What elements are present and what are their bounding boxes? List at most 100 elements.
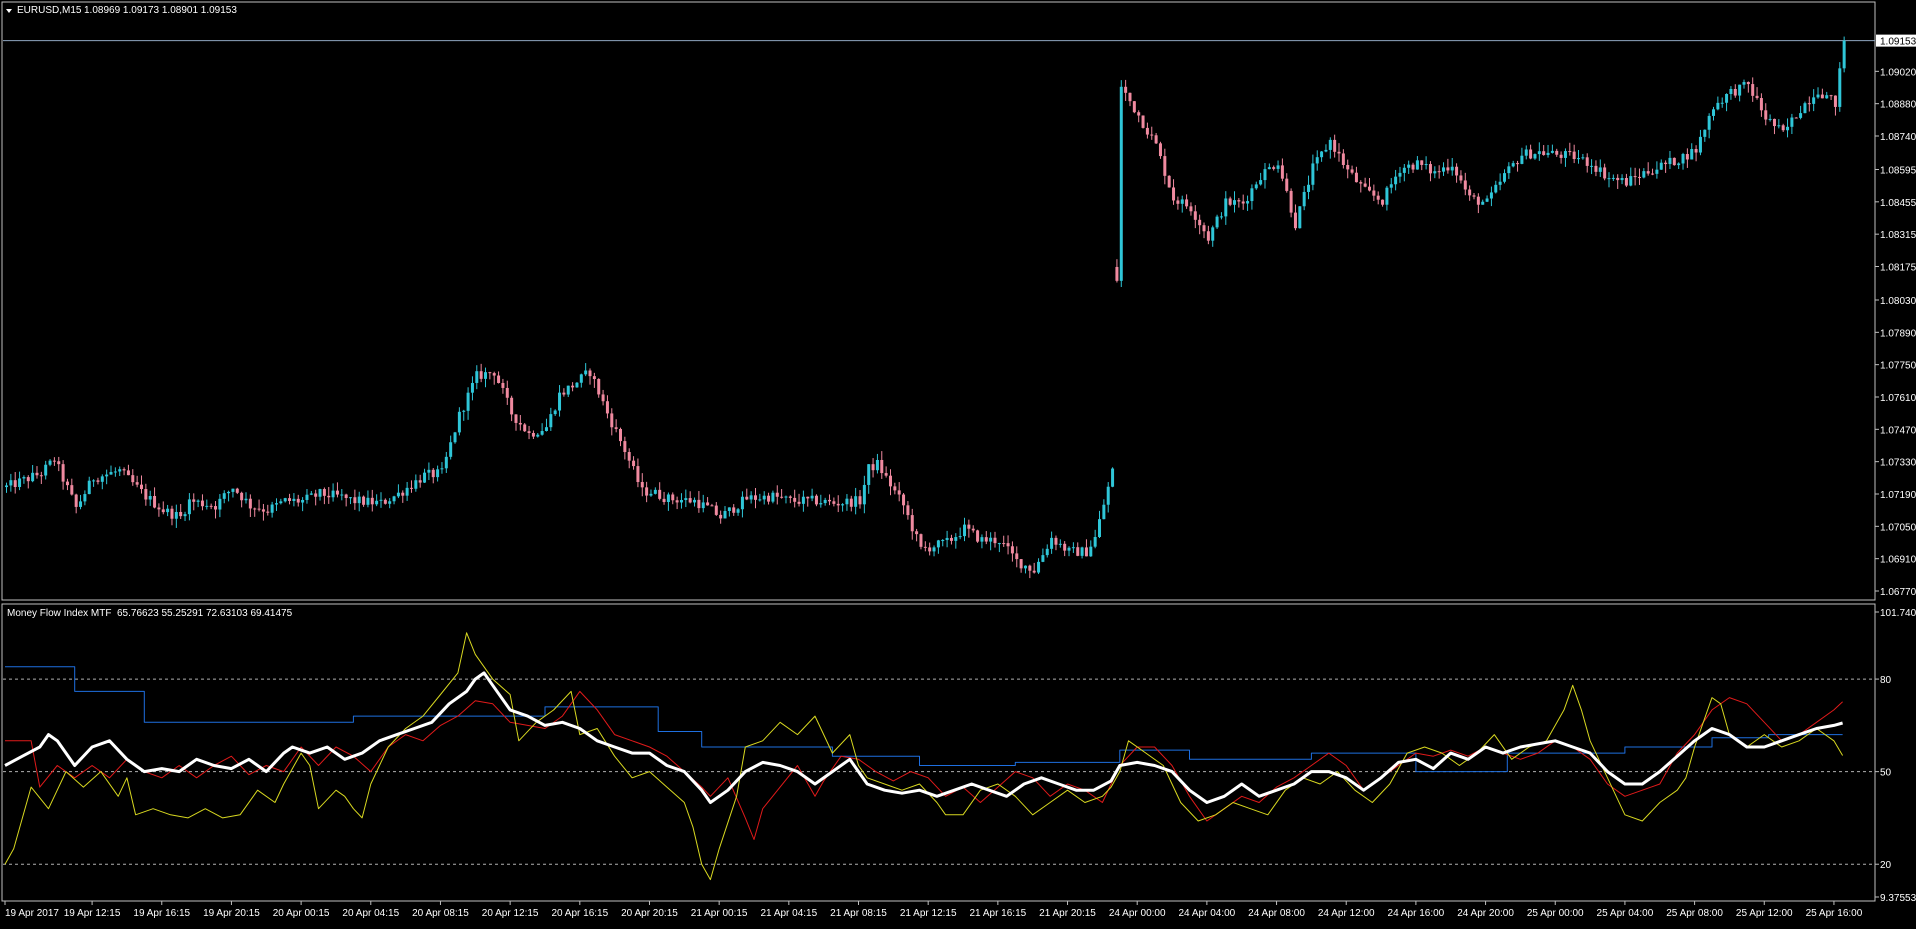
candle-body [1089, 546, 1093, 557]
candle-body [231, 488, 235, 492]
candle-body [1516, 163, 1520, 165]
candle-body [518, 422, 522, 425]
time-tick-label: 24 Apr 00:00 [1109, 908, 1166, 919]
time-tick-label: 24 Apr 08:00 [1248, 908, 1305, 919]
price-tick-label: 1.07050 [1880, 522, 1916, 533]
candle-body [828, 499, 832, 502]
price-tick-label: 1.06910 [1880, 555, 1916, 566]
candle-body [1385, 187, 1389, 205]
candle-body [449, 442, 453, 457]
candle-body [1759, 98, 1763, 111]
candle-body [340, 494, 344, 496]
candle-body [1829, 95, 1833, 97]
candle-body [209, 505, 213, 507]
candle-body [684, 498, 688, 501]
candle-body [553, 410, 557, 415]
candle-body [1733, 88, 1737, 96]
candle-body [1050, 537, 1054, 549]
candle-body [1511, 163, 1515, 167]
candle-body [823, 499, 827, 504]
candle-body [915, 531, 919, 535]
indicator-tick-label: 80 [1880, 675, 1892, 686]
candle-body [31, 472, 35, 482]
candle-body [849, 498, 853, 507]
candle-body [1420, 160, 1424, 165]
candle-body [793, 497, 797, 502]
candle-body [1163, 156, 1167, 176]
candle-body [801, 496, 805, 504]
candle-body [1185, 199, 1189, 207]
candle-body [1259, 180, 1263, 185]
candle-body [1720, 102, 1724, 104]
candle-body [527, 431, 531, 434]
candle-body [649, 493, 653, 496]
candle-body [1045, 548, 1049, 556]
candle-body [1389, 184, 1393, 188]
candle-body [1172, 187, 1176, 201]
candle-body [1119, 86, 1123, 281]
candle-body [645, 487, 649, 496]
candle-body [92, 480, 96, 482]
candle-body [575, 382, 579, 388]
candle-body [958, 536, 962, 538]
candle-body [675, 500, 679, 503]
candle-body [13, 480, 17, 488]
candle-body [1267, 167, 1271, 170]
price-tick-label: 1.08740 [1880, 132, 1916, 143]
candle-body [148, 496, 152, 500]
candle-body [945, 537, 949, 541]
candle-body [1694, 149, 1698, 153]
indicator-tick-label: 50 [1880, 768, 1892, 779]
candle-body [1415, 160, 1419, 170]
candle-body [1707, 115, 1711, 130]
candle-body [357, 496, 361, 504]
candle-body [706, 502, 710, 506]
candle-body [131, 475, 135, 483]
candle-body [470, 382, 474, 393]
chart-canvas[interactable]: 1.09020 1.08880 1.08740 1.08595 1.08455 1.083… [0, 0, 1916, 924]
candle-body [540, 430, 544, 435]
indicator-values: 65.76623 55.25291 72.63103 69.41475 [117, 608, 293, 619]
candle-body [897, 490, 901, 495]
candle-body [1084, 547, 1088, 557]
candle-body [1341, 153, 1345, 165]
candle-body [745, 496, 749, 500]
time-tick-label: 25 Apr 08:00 [1666, 908, 1723, 919]
candle-body [1198, 219, 1202, 226]
candle-body [5, 485, 8, 488]
candle-body [1468, 189, 1472, 196]
candle-body [588, 370, 592, 377]
candle-body [1555, 150, 1559, 155]
candle-body [1616, 177, 1620, 181]
time-tick-label: 19 Apr 20:15 [203, 908, 260, 919]
candle-body [732, 507, 736, 513]
candle-body [1655, 169, 1659, 174]
time-tick-label: 20 Apr 20:15 [621, 908, 678, 919]
candle-body [1768, 118, 1772, 120]
candle-body [1346, 164, 1350, 170]
candle-body [1751, 84, 1755, 96]
candle-body [1476, 196, 1480, 205]
candle-body [666, 494, 670, 503]
candle-body [375, 500, 379, 505]
candle-body [488, 372, 492, 374]
candle-body [767, 495, 771, 502]
candle-body [1280, 165, 1284, 179]
ohlc-values: 1.08969 1.09173 1.08901 1.09153 [84, 5, 237, 16]
candle-body [1624, 177, 1628, 186]
candle-body [936, 540, 940, 548]
candle-body [1302, 191, 1306, 207]
candle-body [775, 492, 779, 497]
candle-body [1250, 188, 1254, 202]
time-tick-label: 25 Apr 16:00 [1806, 908, 1863, 919]
candle-body [305, 494, 309, 500]
candle-body [780, 496, 784, 498]
candle-body [388, 501, 392, 504]
candle-body [109, 472, 113, 475]
candle-body [1080, 547, 1084, 556]
chart-window[interactable]: 1.09020 1.08880 1.08740 1.08595 1.08455 1.083… [0, 0, 1916, 924]
candle-body [1803, 103, 1807, 114]
candle-body [61, 464, 65, 482]
candle-body [653, 489, 657, 494]
price-tick-label: 1.07470 [1880, 425, 1916, 436]
